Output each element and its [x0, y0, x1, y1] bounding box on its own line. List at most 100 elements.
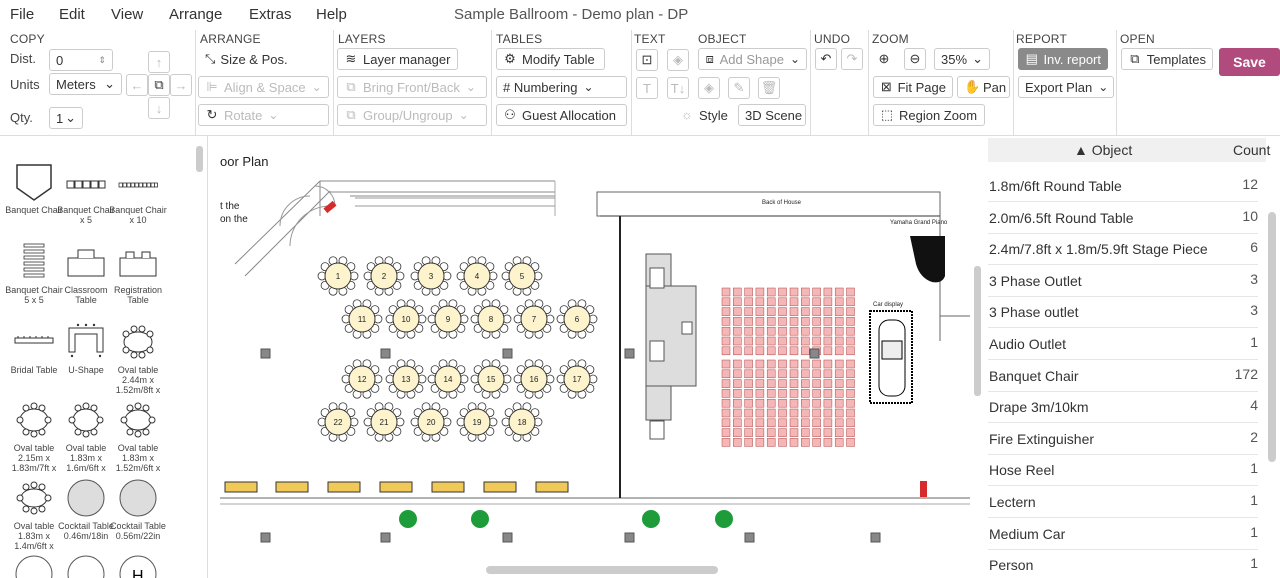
- round-table[interactable]: 18: [501, 402, 543, 442]
- qty-select[interactable]: 1 ⌄: [49, 107, 83, 129]
- copy-left-button[interactable]: ←: [126, 74, 148, 96]
- sort-object-header[interactable]: ▲ Object: [1074, 142, 1132, 158]
- text-format-button[interactable]: T: [636, 77, 658, 99]
- round-table[interactable]: 12: [341, 359, 383, 399]
- round-table[interactable]: 8: [470, 299, 512, 339]
- report-row[interactable]: Fire Extinguisher 2: [988, 423, 1258, 455]
- palette-item-cocktail-table-22in[interactable]: Cocktail Table 0.56m/22in: [107, 478, 169, 541]
- round-table[interactable]: 19: [456, 402, 498, 442]
- palette-item-banquet-chair-x10[interactable]: Banquet Chair x 10: [107, 176, 169, 225]
- report-row[interactable]: Drape 3m/10km 4: [988, 391, 1258, 424]
- floor-plan-canvas[interactable]: oor Plan t the on the Back of House 1234…: [220, 136, 984, 578]
- round-table[interactable]: 20: [410, 402, 452, 442]
- round-table[interactable]: 4: [456, 256, 498, 296]
- round-table[interactable]: 11: [341, 299, 383, 339]
- canvas-horizontal-scrollbar[interactable]: [486, 566, 718, 574]
- round-table[interactable]: 1: [317, 256, 359, 296]
- text-box-button[interactable]: ⊡: [636, 49, 658, 71]
- 3d-scene-label: 3D Scene: [745, 107, 803, 123]
- u-shape-icon: [68, 323, 104, 358]
- palette-scrollbar[interactable]: [196, 146, 203, 172]
- round-table[interactable]: 13: [385, 359, 427, 399]
- report-scrollbar[interactable]: [1268, 212, 1276, 462]
- round-table[interactable]: 6: [556, 299, 598, 339]
- style-button[interactable]: ☼ Style: [673, 104, 735, 126]
- round-table[interactable]: 15: [470, 359, 512, 399]
- theatre-chair: [823, 359, 833, 369]
- round-table[interactable]: 14: [427, 359, 469, 399]
- dist-input[interactable]: 0 ⇕: [49, 49, 113, 71]
- report-row[interactable]: Lectern 1: [988, 486, 1258, 518]
- count-column-header[interactable]: Count: [1233, 142, 1270, 158]
- round-table[interactable]: 9: [427, 299, 469, 339]
- report-row[interactable]: 2.4m/7.8ft x 1.8m/5.9ft Stage Piece 6: [988, 233, 1258, 266]
- delete-button[interactable]: 🗑: [758, 77, 780, 99]
- round-table[interactable]: 2: [363, 256, 405, 296]
- round-table[interactable]: 3: [410, 256, 452, 296]
- report-row[interactable]: 3 Phase outlet 3: [988, 296, 1258, 329]
- theatre-chair: [755, 389, 765, 398]
- palette-item-oval-table-6ft-b[interactable]: Oval table 1.83m x 1.52m/6ft x: [107, 400, 169, 473]
- copy-up-button[interactable]: ↑: [148, 51, 170, 73]
- round-table[interactable]: 22: [317, 402, 359, 442]
- numbering-button[interactable]: # Numbering: [496, 76, 627, 98]
- report-row[interactable]: Medium Car 1: [988, 518, 1258, 550]
- round-table[interactable]: 10: [385, 299, 427, 339]
- modify-table-button[interactable]: ⚙ Modify Table: [496, 48, 605, 70]
- report-row[interactable]: 1.8m/6ft Round Table 12: [988, 170, 1258, 202]
- table-number: 15: [487, 375, 496, 384]
- export-plan-button[interactable]: Export Plan: [1018, 76, 1114, 98]
- report-row[interactable]: Hose Reel 1: [988, 454, 1258, 487]
- bring-front-back-button[interactable]: ⧉ Bring Front/Back: [337, 76, 487, 98]
- report-row[interactable]: Audio Outlet 1: [988, 328, 1258, 360]
- menu-file[interactable]: File: [10, 6, 34, 23]
- copy-right-button[interactable]: →: [170, 74, 192, 96]
- pan-button[interactable]: ✋ Pan: [957, 76, 1010, 98]
- zoom-level-select[interactable]: 35% ⌄: [934, 48, 990, 70]
- text-size-button[interactable]: T↓: [667, 77, 689, 99]
- inv-report-button[interactable]: ▤ Inv. report: [1018, 48, 1108, 70]
- save-button[interactable]: Save: [1219, 48, 1280, 76]
- redo-button[interactable]: ↷: [841, 48, 863, 70]
- round-table[interactable]: 16: [513, 359, 555, 399]
- round-table[interactable]: 17: [556, 359, 598, 399]
- guest-allocation-button[interactable]: ⚇ Guest Allocation: [496, 104, 627, 126]
- menu-extras[interactable]: Extras: [249, 6, 292, 23]
- round-table[interactable]: 5: [501, 256, 543, 296]
- region-zoom-button[interactable]: ⬚ Region Zoom: [873, 104, 985, 126]
- 3d-scene-button[interactable]: 3D Scene: [738, 104, 806, 126]
- fit-page-button[interactable]: ⊠ Fit Page: [873, 76, 953, 98]
- pen-button[interactable]: ✎: [728, 77, 750, 99]
- size-pos-button[interactable]: ⤡ Size & Pos.: [198, 48, 293, 70]
- menu-help[interactable]: Help: [316, 6, 347, 23]
- zoom-out-button[interactable]: ⊖: [904, 48, 926, 70]
- add-shape-button[interactable]: ⧈ Add Shape: [698, 48, 807, 70]
- menu-arrange[interactable]: Arrange: [169, 6, 222, 23]
- report-row[interactable]: Banquet Chair 172: [988, 360, 1258, 392]
- units-select[interactable]: Meters ⌄: [49, 73, 122, 95]
- rotate-button[interactable]: ↻ Rotate: [198, 104, 329, 126]
- menu-edit[interactable]: Edit: [59, 6, 85, 23]
- palette-item-registration-table[interactable]: Registration Table: [107, 242, 169, 305]
- palette-item-oval-table-8ft[interactable]: Oval table 2.44m x 1.52m/8ft x: [107, 322, 169, 395]
- add-shape-label: Add Shape: [719, 51, 784, 67]
- undo-button[interactable]: ↶: [815, 48, 837, 70]
- theatre-chair: [778, 326, 787, 336]
- layer-manager-button[interactable]: ≋ Layer manager: [337, 48, 458, 70]
- round-table[interactable]: 7: [513, 299, 555, 339]
- report-row[interactable]: Person 1: [988, 549, 1258, 578]
- report-row[interactable]: 2.0m/6.5ft Round Table 10: [988, 202, 1258, 234]
- templates-button[interactable]: ⧉ Templates: [1121, 48, 1213, 70]
- report-row[interactable]: 3 Phase Outlet 3: [988, 265, 1258, 297]
- zoom-in-button[interactable]: ⊕: [873, 48, 895, 70]
- fill-button[interactable]: ◈: [698, 77, 720, 99]
- text-fill-button[interactable]: ◈: [667, 49, 689, 71]
- copy-down-button[interactable]: ↓: [148, 97, 170, 119]
- round-table[interactable]: 21: [363, 402, 405, 442]
- menu-view[interactable]: View: [111, 6, 143, 23]
- copy-button[interactable]: ⧉: [148, 74, 170, 96]
- group-ungroup-button[interactable]: ⧉ Group/Ungroup: [337, 104, 487, 126]
- align-space-button[interactable]: ⊫ Align & Space: [198, 76, 329, 98]
- canvas-vertical-scrollbar[interactable]: [974, 266, 981, 396]
- layers-section: LAYERS ≋ Layer manager ⧉ Bring Front/Back …: [333, 30, 492, 135]
